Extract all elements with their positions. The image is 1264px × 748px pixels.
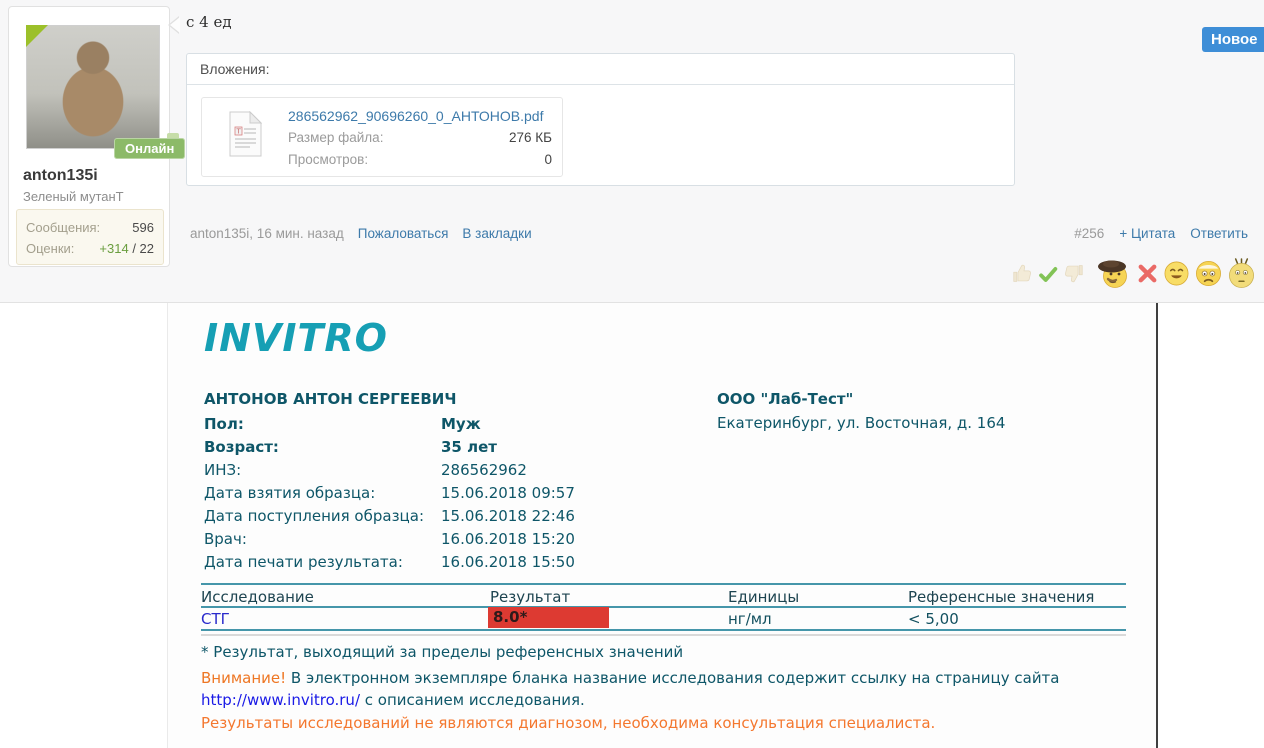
info-row-sample-received: Дата поступления образца:15.06.2018 22:4… [204, 507, 844, 525]
test-name-cell: СТГ [201, 610, 230, 628]
table-header-test: Исследование [201, 588, 314, 606]
user-stats-panel: Сообщения: 596 Оценки: +314 / 22 [16, 209, 164, 265]
user-title: Зеленый мутанТ [23, 189, 124, 204]
invitro-url-text: http://www.invitro.ru/ [201, 691, 360, 709]
table-header-units: Единицы [728, 588, 799, 606]
info-row-doctor: Врач:16.06.2018 15:20 [204, 530, 844, 548]
info-row-sex: Пол:Муж [204, 415, 844, 433]
table-rule-top [201, 583, 1126, 585]
new-post-badge[interactable]: Новое [1202, 27, 1264, 52]
thumbs-up-icon[interactable] [1012, 263, 1033, 284]
forum-post: Онлайн anton135i Зеленый мутанТ Сообщени… [0, 0, 1264, 303]
post-number-link[interactable]: #256 [1074, 226, 1104, 241]
result-value-flagged: 8.0* [488, 607, 609, 628]
check-icon[interactable] [1037, 263, 1059, 285]
username-link[interactable]: anton135i [23, 167, 98, 185]
red-x-icon[interactable] [1136, 262, 1159, 285]
avatar[interactable] [26, 25, 160, 149]
pdf-file-icon: T [228, 111, 262, 162]
crazy-smiley-icon[interactable] [1227, 258, 1256, 289]
message-bubble-arrow [168, 16, 179, 34]
stat-ratings: Оценки: +314 / 22 [26, 238, 154, 259]
attention-text: В электронном экземпляре бланка название… [286, 669, 1059, 687]
table-rule-middle [201, 606, 1126, 608]
table-header-reference: Референсные значения [908, 588, 1094, 606]
out-of-range-footnote: * Результат, выходящий за пределы рефере… [201, 643, 683, 661]
worried-smiley-icon[interactable] [1194, 259, 1223, 288]
reply-link[interactable]: Ответить [1190, 226, 1248, 241]
attachment-file-card: T 286562962_90696260_0_АНТОНОВ.pdf Разме… [201, 97, 563, 177]
user-info-card: Онлайн anton135i Зеленый мутанТ Сообщени… [8, 6, 170, 267]
attachment-file-link[interactable]: 286562962_90696260_0_АНТОНОВ.pdf [288, 105, 552, 127]
info-row-inz: ИНЗ:286562962 [204, 461, 844, 479]
post-footer-right: #256 + Цитата Ответить [1074, 226, 1248, 241]
report-link[interactable]: Пожаловаться [358, 226, 449, 241]
rating-positive: +314 [99, 241, 128, 256]
quote-link[interactable]: + Цитата [1119, 226, 1175, 241]
rating-rest: / 22 [129, 241, 154, 256]
forum-page: Онлайн anton135i Зеленый мутанТ Сообщени… [0, 0, 1264, 748]
units-cell: нг/мл [728, 610, 772, 628]
post-ratings-bar [1012, 258, 1256, 289]
disclaimer-note: Результаты исследований не являются диаг… [201, 714, 935, 732]
file-views-row: Просмотров: 0 [288, 149, 552, 171]
info-row-age: Возраст:35 лет [204, 438, 844, 456]
svg-text:T: T [236, 128, 242, 136]
table-header-result: Результат [490, 588, 570, 606]
post-footer-left: anton135i, 16 мин. назад Пожаловаться В … [190, 226, 532, 241]
post-message-text: с 4 ед [186, 13, 232, 31]
reference-cell: < 5,00 [908, 610, 959, 628]
bookmark-link[interactable]: В закладки [462, 226, 531, 241]
info-row-sample-taken: Дата взятия образца:15.06.2018 09:57 [204, 484, 844, 502]
attention-suffix: с описанием исследования. [360, 691, 585, 709]
info-row-print-date: Дата печати результата:16.06.2018 15:50 [204, 553, 844, 571]
online-status-badge: Онлайн [114, 138, 185, 159]
attachments-header: Вложения: [187, 54, 1014, 85]
beret-smiley-icon[interactable] [1096, 259, 1132, 289]
attention-prefix: Внимание! [201, 669, 286, 687]
laugh-smiley-icon[interactable] [1163, 260, 1190, 287]
thumbs-down-icon[interactable] [1063, 263, 1084, 284]
invitro-logo: INVITRO [204, 316, 388, 360]
table-rule-shadow [201, 634, 1126, 636]
file-size-row: Размер файла: 276 КБ [288, 127, 552, 149]
lab-result-document-image[interactable]: INVITRO АНТОНОВ АНТОН СЕРГЕЕВИЧ ООО "Лаб… [167, 303, 1158, 748]
post-byline: anton135i, 16 мин. назад [190, 226, 344, 241]
stat-messages: Сообщения: 596 [26, 217, 154, 238]
attachments-box: Вложения: T 286562 [186, 53, 1015, 186]
attention-note: Внимание! В электронном экземпляре бланк… [201, 667, 1101, 711]
lab-org-name: ООО "Лаб-Тест" [717, 390, 853, 408]
table-rule-bottom [201, 629, 1126, 631]
patient-name: АНТОНОВ АНТОН СЕРГЕЕВИЧ [204, 390, 456, 408]
